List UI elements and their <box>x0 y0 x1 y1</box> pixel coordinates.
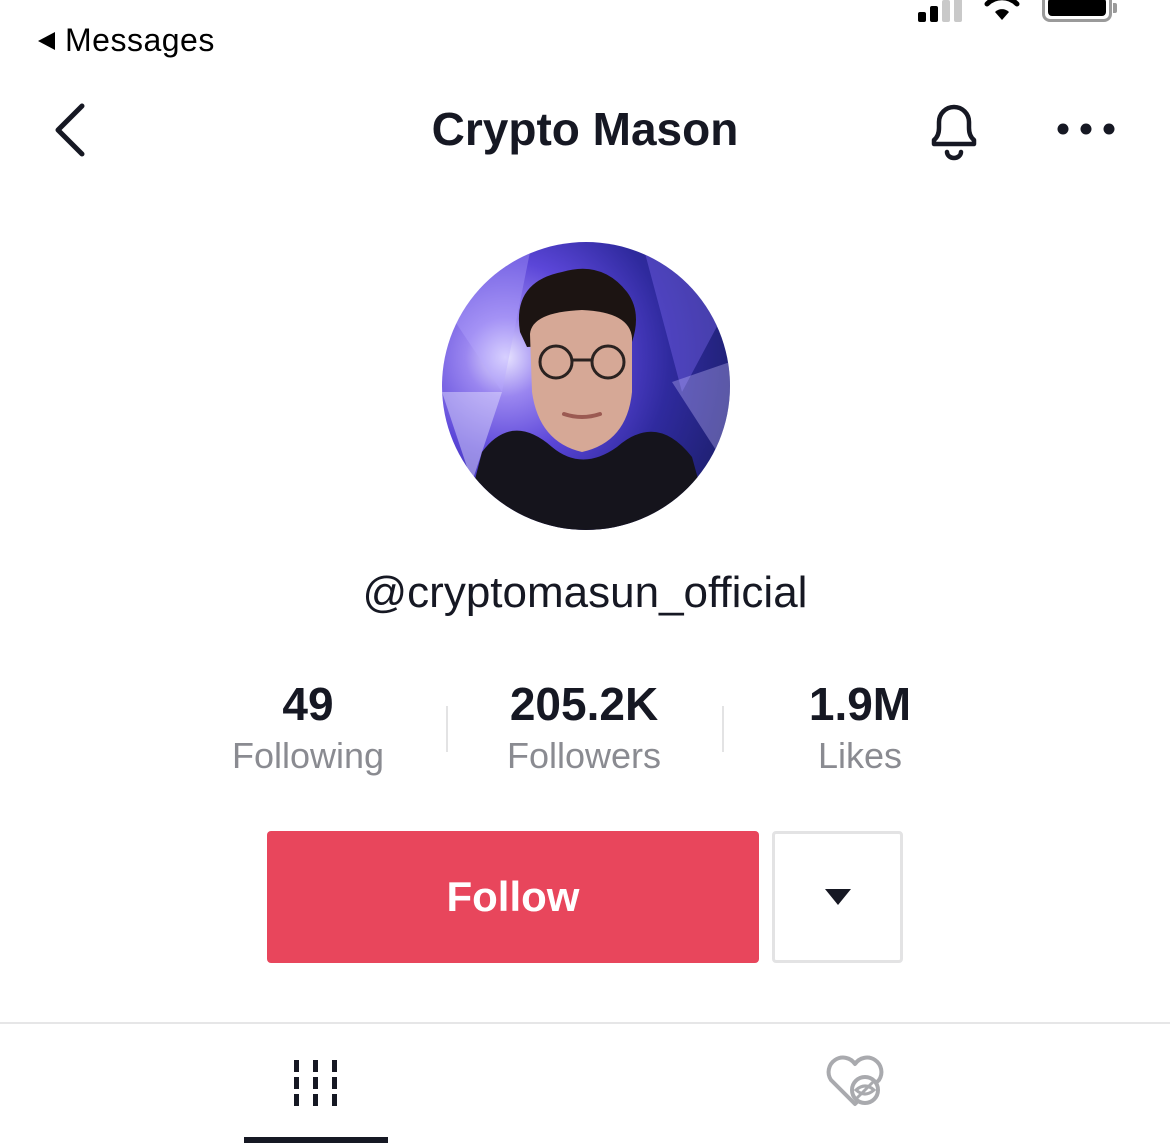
stat-divider <box>446 706 448 752</box>
hidden-liked-icon <box>826 1055 884 1106</box>
cellular-signal-icon <box>918 0 962 22</box>
active-tab-indicator <box>244 1137 388 1143</box>
stat-value: 205.2K <box>509 678 659 730</box>
stat-label: Likes <box>817 735 903 776</box>
avatar[interactable] <box>442 242 730 530</box>
stat-divider <box>722 706 724 752</box>
profile-handle: @cryptomasun_official <box>362 568 808 617</box>
back-to-app-link[interactable]: Messages <box>38 22 215 59</box>
back-triangle-icon <box>38 31 55 50</box>
status-bar: Messages <box>0 0 1170 70</box>
stat-value: 1.9M <box>808 678 912 730</box>
tab-videos[interactable] <box>0 1024 585 1143</box>
stat-following[interactable]: 49 Following <box>178 676 438 778</box>
tab-liked[interactable] <box>585 1024 1170 1143</box>
grid-icon <box>294 1060 337 1106</box>
page-title: Crypto Mason <box>431 103 739 155</box>
battery-icon <box>1042 0 1117 22</box>
stat-label: Followers <box>506 735 662 776</box>
bell-icon[interactable] <box>920 96 988 164</box>
stat-value: 49 <box>282 678 334 730</box>
back-to-app-label: Messages <box>65 22 215 58</box>
suggested-accounts-button[interactable] <box>772 831 903 963</box>
stat-label: Following <box>231 735 385 776</box>
more-options-icon[interactable] <box>1052 112 1122 146</box>
wifi-icon <box>984 0 1020 20</box>
status-icons <box>918 0 1117 22</box>
profile-page: Messages Crypto Mason @cryptomasun_offic… <box>0 0 1170 1143</box>
stat-followers[interactable]: 205.2K Followers <box>454 676 714 778</box>
caret-down-icon <box>824 889 851 905</box>
follow-button[interactable]: Follow <box>267 831 759 963</box>
stat-likes: 1.9M Likes <box>730 676 990 778</box>
